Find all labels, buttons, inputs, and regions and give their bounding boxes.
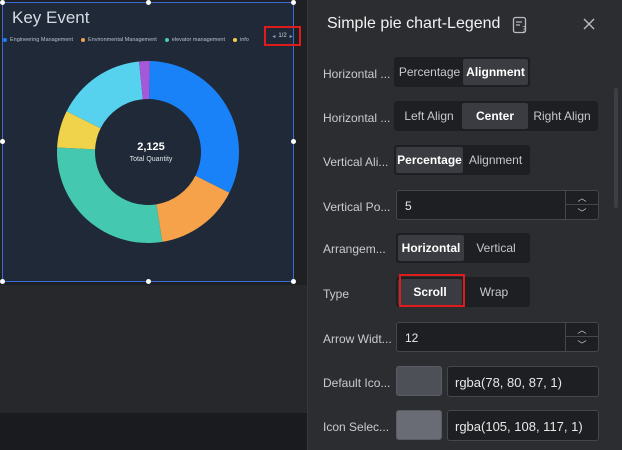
stepper-buttons: ︿ ﹀ <box>565 191 598 219</box>
chevron-left-icon[interactable]: ◂ <box>272 33 275 40</box>
resize-handle[interactable] <box>291 0 296 5</box>
chevron-up-icon[interactable]: ︿ <box>566 191 598 205</box>
option-right-align[interactable]: Right Align <box>528 103 596 129</box>
legend-dot <box>233 38 237 42</box>
option-percentage[interactable]: Percentage <box>396 59 463 85</box>
default-icon-color-field[interactable]: rgba(78, 80, 87, 1) <box>447 366 599 397</box>
arrow-width-label: Arrow Widt... <box>323 332 392 346</box>
legend-dot <box>3 38 7 42</box>
default-icon-label: Default Ico... <box>323 376 391 390</box>
pager-text: 1/2 <box>278 33 287 39</box>
icon-selected-label: Icon Selec... <box>323 420 390 434</box>
widget-title: Key Event <box>12 8 90 27</box>
option-wrap[interactable]: Wrap <box>462 279 526 305</box>
total-value: 2,125 <box>137 141 165 153</box>
vertical-align-toggle: Percentage Alignment <box>394 145 530 175</box>
legend-item[interactable]: Environmental Management <box>81 37 157 43</box>
chevron-down-icon[interactable]: ﹀ <box>566 337 598 351</box>
arrangement-label: Arrangem... <box>323 242 386 256</box>
arrow-width-stepper[interactable]: 12 ︿ ﹀ <box>396 322 599 352</box>
horizontal-align-label: Horizontal ... <box>323 111 391 125</box>
horizontal-align-toggle: Left Align Center Right Align <box>394 101 598 131</box>
icon-selected-swatch[interactable] <box>396 410 442 440</box>
vertical-position-label: Vertical Po... <box>323 200 391 214</box>
close-icon[interactable] <box>581 16 597 32</box>
total-label: Total Quantity <box>129 156 173 163</box>
option-alignment[interactable]: Alignment <box>463 59 528 85</box>
pie-chart-widget[interactable]: Key Event Engineering Management Environ… <box>2 2 294 282</box>
resize-handle[interactable] <box>291 139 296 144</box>
legend-label: elevator management <box>171 37 225 43</box>
vertical-position-stepper[interactable]: 5 ︿ ﹀ <box>396 190 599 220</box>
resize-handle[interactable] <box>146 279 151 284</box>
legend-item[interactable]: info <box>233 37 249 43</box>
option-center[interactable]: Center <box>462 103 528 129</box>
chevron-right-icon[interactable]: ▸ <box>290 33 293 40</box>
chevron-down-icon[interactable]: ﹀ <box>566 205 598 219</box>
canvas-bottom-bar <box>0 413 307 450</box>
legend-label: Engineering Management <box>10 37 73 43</box>
option-percentage[interactable]: Percentage <box>396 147 463 173</box>
svg-text:?: ? <box>522 25 526 34</box>
chevron-up-icon[interactable]: ︿ <box>566 323 598 337</box>
highlight-box <box>399 274 465 307</box>
option-vertical[interactable]: Vertical <box>464 235 528 261</box>
document-help-icon[interactable]: ? <box>512 16 528 34</box>
legend-dot <box>164 38 169 42</box>
panel-title: Simple pie chart-Legend <box>327 15 501 32</box>
resize-handle[interactable] <box>146 0 151 5</box>
pie-slice-1[interactable] <box>149 61 239 193</box>
vertical-align-label: Vertical Ali... <box>323 155 389 169</box>
horizontal-mode-toggle: Percentage Alignment <box>394 57 530 87</box>
default-icon-swatch[interactable] <box>396 366 442 396</box>
resize-handle[interactable] <box>0 139 5 144</box>
arrow-width-value: 12 <box>405 331 419 345</box>
arrangement-toggle: Horizontal Vertical <box>396 233 530 263</box>
legend-item[interactable]: Engineering Management <box>3 37 73 43</box>
properties-panel: Simple pie chart-Legend ? Horizontal ...… <box>307 0 622 450</box>
legend-dot <box>81 38 85 42</box>
resize-handle[interactable] <box>0 0 5 5</box>
option-alignment[interactable]: Alignment <box>463 147 528 173</box>
icon-selected-color-field[interactable]: rgba(105, 108, 117, 1) <box>447 410 599 441</box>
vertical-position-value: 5 <box>405 199 412 213</box>
horizontal-mode-label: Horizontal ... <box>323 67 391 81</box>
legend-pager: ◂ 1/2 ▸ <box>264 26 301 46</box>
type-label: Type <box>323 287 350 301</box>
legend-item[interactable]: elevator management <box>164 37 225 43</box>
legend-label: Environmental Management <box>88 37 157 43</box>
panel-scrollbar[interactable] <box>614 88 618 208</box>
option-left-align[interactable]: Left Align <box>396 103 462 129</box>
option-horizontal[interactable]: Horizontal <box>398 235 464 261</box>
stepper-buttons: ︿ ﹀ <box>565 323 598 351</box>
resize-handle[interactable] <box>291 279 296 284</box>
chart-legend: Engineering Management Environmental Man… <box>3 35 257 45</box>
resize-handle[interactable] <box>0 279 5 284</box>
canvas-lower-area <box>0 285 307 413</box>
legend-label: info <box>240 37 249 43</box>
